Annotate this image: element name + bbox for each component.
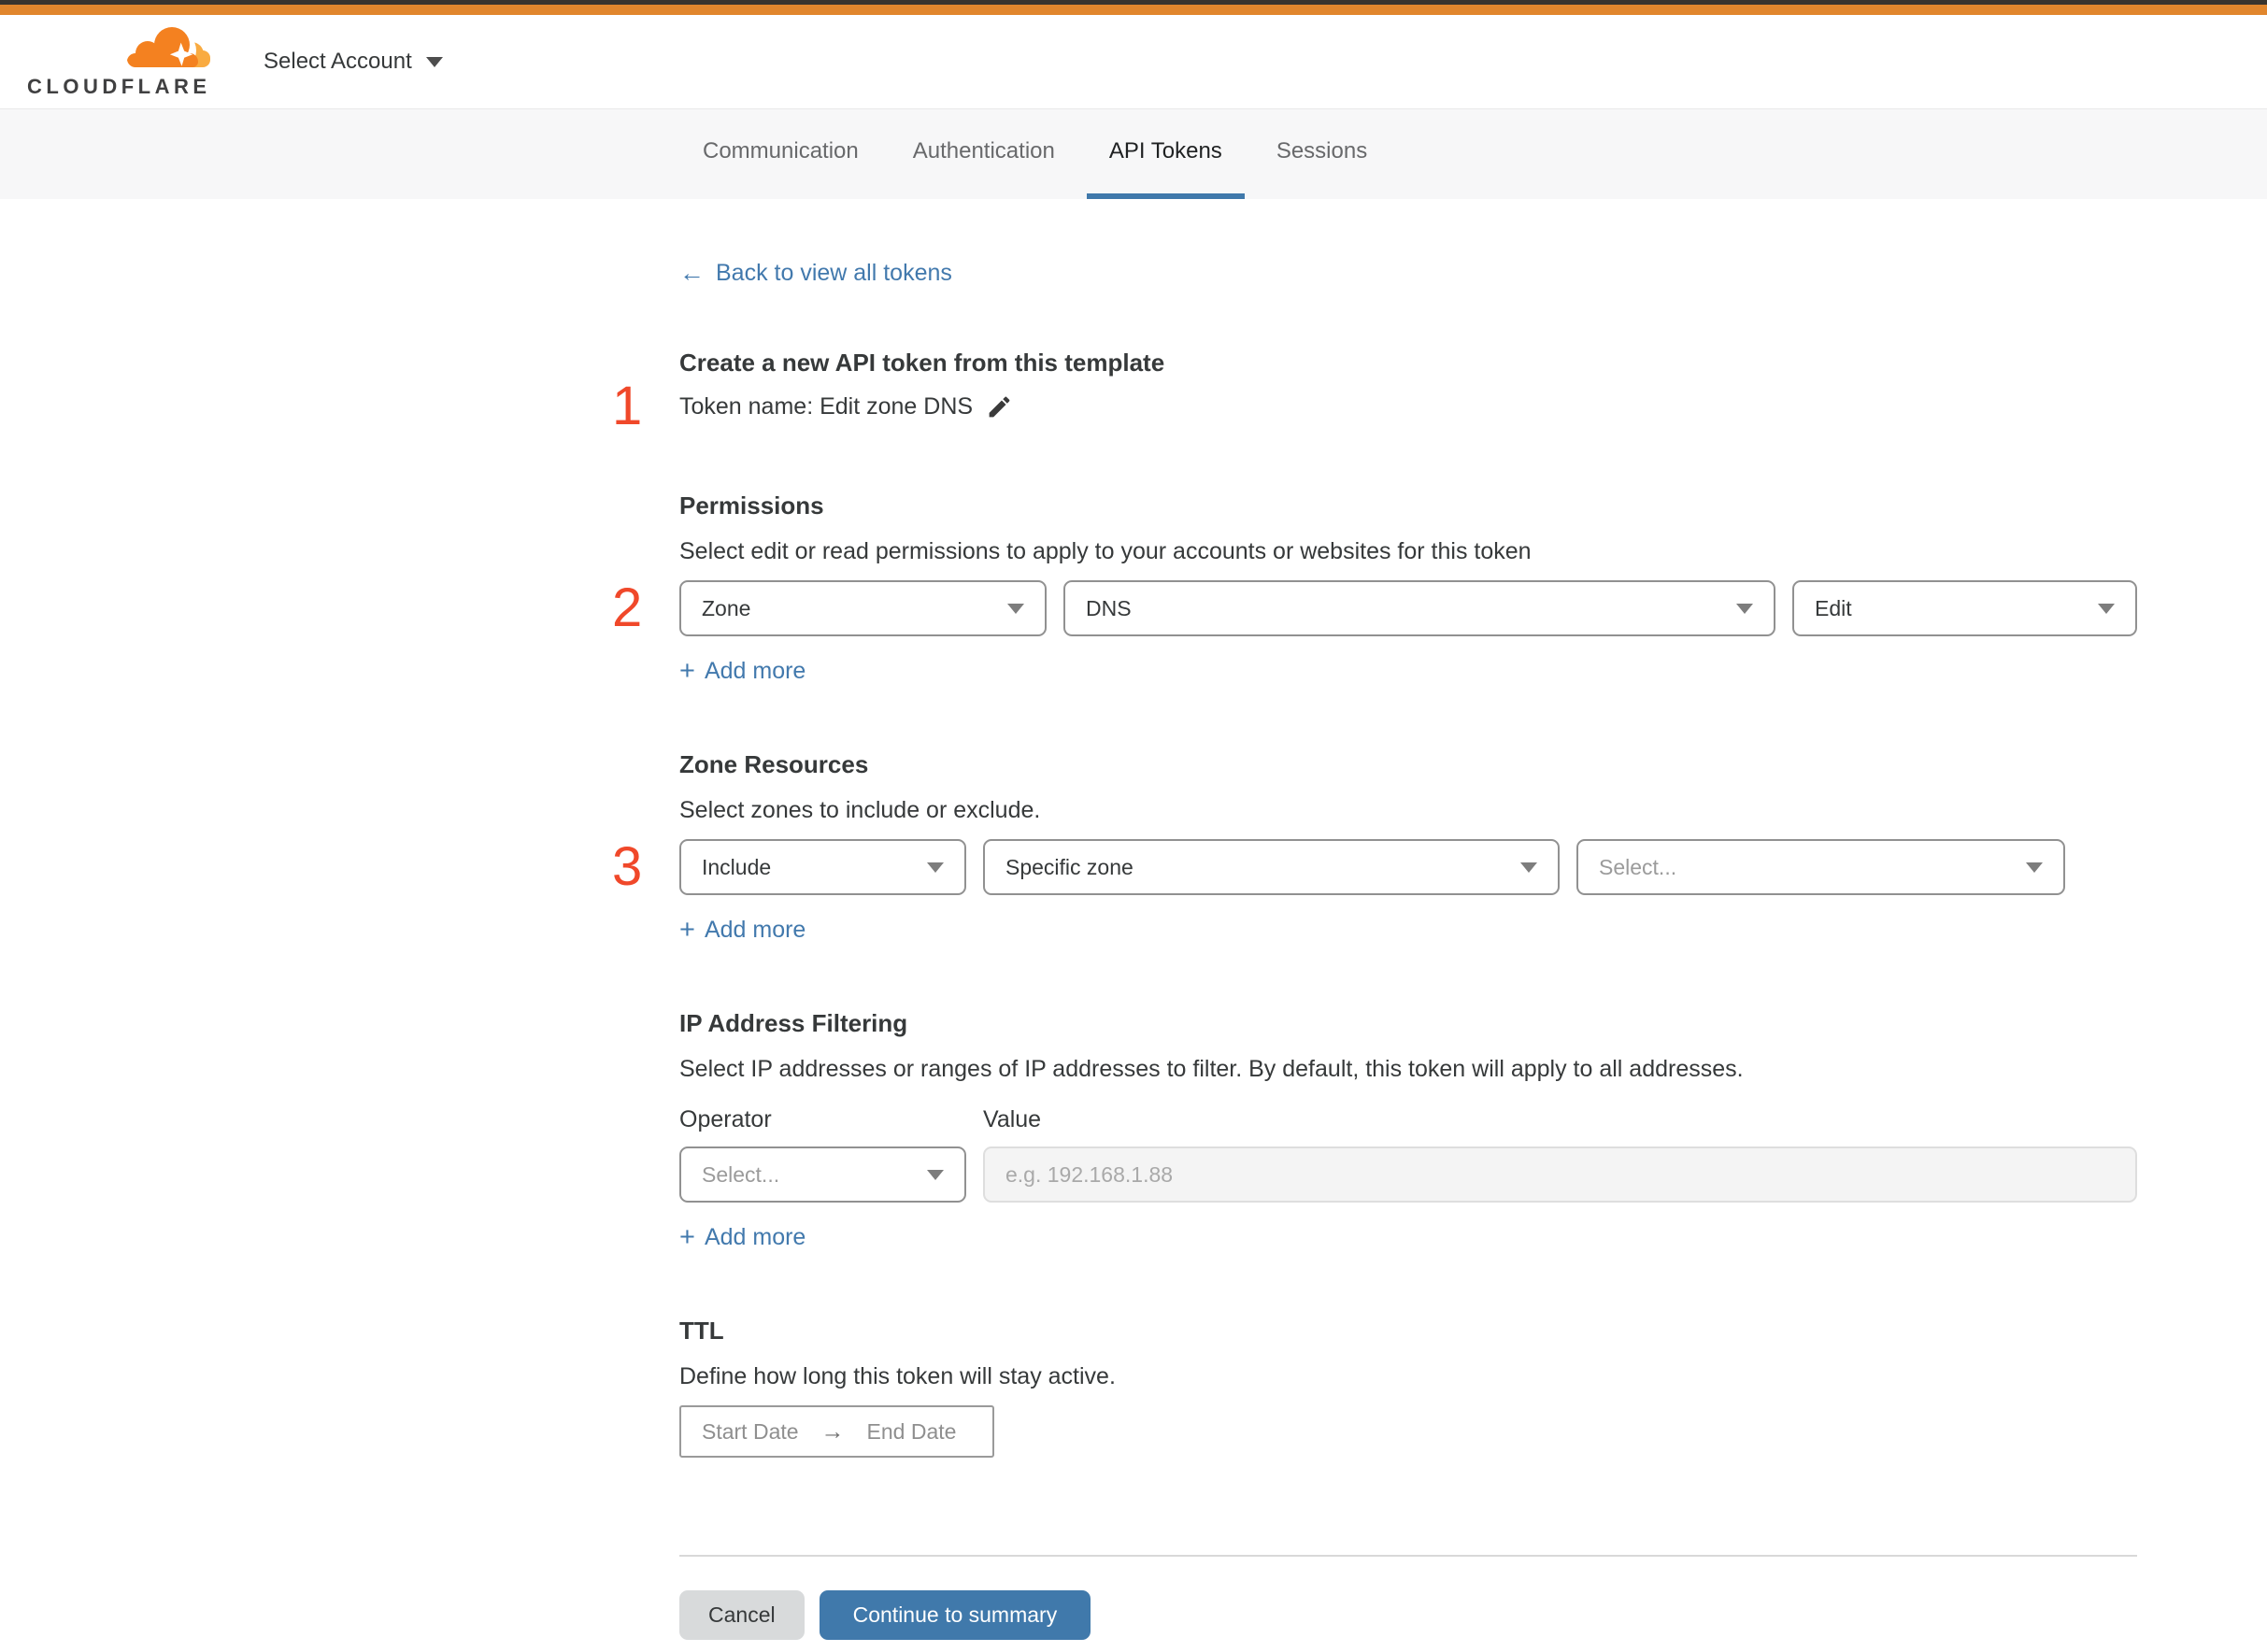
- step-marker-3: 3: [612, 836, 643, 897]
- chevron-down-icon: [425, 56, 443, 67]
- add-permission-button[interactable]: + Add more: [679, 657, 806, 685]
- back-to-tokens-link[interactable]: ← Back to view all tokens: [679, 259, 952, 287]
- ttl-description: Define how long this token will stay act…: [679, 1363, 1116, 1389]
- ip-operator-select[interactable]: Select...: [679, 1146, 966, 1203]
- end-date-placeholder: End Date: [866, 1418, 957, 1444]
- token-name-row: 1 Token name: Edit zone DNS: [612, 379, 2137, 434]
- token-template-form: ← Back to view all tokens Create a new A…: [612, 199, 2137, 1649]
- permissions-heading: Permissions: [679, 491, 824, 520]
- chevron-down-icon: [1520, 862, 1537, 873]
- zone-resources-heading: Zone Resources: [679, 750, 869, 778]
- zone-type-select[interactable]: Specific zone: [983, 839, 1560, 895]
- back-link-label: Back to view all tokens: [716, 260, 952, 286]
- plus-icon: +: [679, 915, 695, 945]
- form-actions: Cancel Continue to summary: [679, 1590, 2137, 1649]
- chevron-down-icon: [1007, 603, 1024, 614]
- chevron-down-icon: [2098, 603, 2115, 614]
- cloudflare-wordmark: CLOUDFLARE: [27, 75, 211, 98]
- select-account-dropdown[interactable]: Select Account: [264, 15, 443, 108]
- zone-name-select[interactable]: Select...: [1576, 839, 2065, 895]
- create-token-heading: Create a new API token from this templat…: [679, 349, 1165, 377]
- token-name-text: Token name: Edit zone DNS: [679, 393, 974, 420]
- ip-filter-row: Select...: [679, 1146, 2137, 1203]
- header: CLOUDFLARE Select Account: [0, 15, 2267, 109]
- cancel-button[interactable]: Cancel: [679, 1590, 805, 1640]
- zone-resources-description: Select zones to include or exclude.: [679, 797, 1041, 823]
- ip-filtering-section: IP Address Filtering Select IP addresses…: [679, 1009, 2137, 1251]
- brand-orange-bar: [0, 5, 2267, 15]
- permission-resource-select[interactable]: DNS: [1063, 580, 1775, 636]
- ttl-section: TTL Define how long this token will stay…: [679, 1317, 2137, 1458]
- profile-tabbar: Communication Authentication API Tokens …: [0, 109, 2267, 199]
- permission-scope-select[interactable]: Zone: [679, 580, 1047, 636]
- tab-sessions[interactable]: Sessions: [1254, 109, 1390, 199]
- step-marker-1: 1: [612, 376, 643, 436]
- start-date-placeholder: Start Date: [702, 1418, 799, 1444]
- back-arrow-icon: ←: [679, 259, 705, 287]
- operator-label: Operator: [679, 1106, 772, 1132]
- continue-to-summary-button[interactable]: Continue to summary: [819, 1590, 1091, 1640]
- value-label: Value: [983, 1106, 1042, 1132]
- add-ip-filter-button[interactable]: + Add more: [679, 1223, 806, 1251]
- chevron-down-icon: [927, 862, 944, 873]
- chevron-down-icon: [1736, 603, 1753, 614]
- plus-icon: +: [679, 1222, 695, 1252]
- tab-authentication[interactable]: Authentication: [891, 109, 1077, 199]
- ttl-heading: TTL: [679, 1317, 724, 1345]
- edit-pencil-icon[interactable]: [986, 393, 1013, 420]
- permissions-row: 2 Zone DNS Edit: [612, 580, 2137, 636]
- cloudflare-cloud-icon: [127, 27, 210, 70]
- chevron-down-icon: [927, 1169, 944, 1180]
- footer-divider: [679, 1555, 2137, 1557]
- ip-filtering-description: Select IP addresses or ranges of IP addr…: [679, 1056, 1744, 1082]
- permission-access-select[interactable]: Edit: [1792, 580, 2137, 636]
- permissions-description: Select edit or read permissions to apply…: [679, 538, 1532, 564]
- permissions-section: Permissions Select edit or read permissi…: [612, 491, 2137, 685]
- ip-value-input[interactable]: [983, 1146, 2137, 1203]
- ip-filtering-heading: IP Address Filtering: [679, 1009, 908, 1037]
- zone-resources-section: Zone Resources Select zones to include o…: [612, 750, 2137, 944]
- add-zone-resource-button[interactable]: + Add more: [679, 916, 806, 944]
- step-marker-2: 2: [612, 577, 643, 638]
- select-account-label: Select Account: [264, 49, 412, 74]
- zone-resources-row: 3 Include Specific zone Select...: [612, 839, 2137, 895]
- arrow-right-icon: →: [820, 1417, 845, 1445]
- tab-communication[interactable]: Communication: [680, 109, 881, 199]
- tab-api-tokens[interactable]: API Tokens: [1086, 109, 1245, 199]
- plus-icon: +: [679, 656, 695, 686]
- cloudflare-logo[interactable]: CLOUDFLARE: [27, 22, 210, 105]
- chevron-down-icon: [2026, 862, 2043, 873]
- zone-include-select[interactable]: Include: [679, 839, 966, 895]
- date-range-picker[interactable]: Start Date → End Date: [679, 1405, 994, 1458]
- token-name-section: Create a new API token from this templat…: [612, 349, 2137, 434]
- ip-filter-labels: Operator Value: [679, 1105, 2137, 1133]
